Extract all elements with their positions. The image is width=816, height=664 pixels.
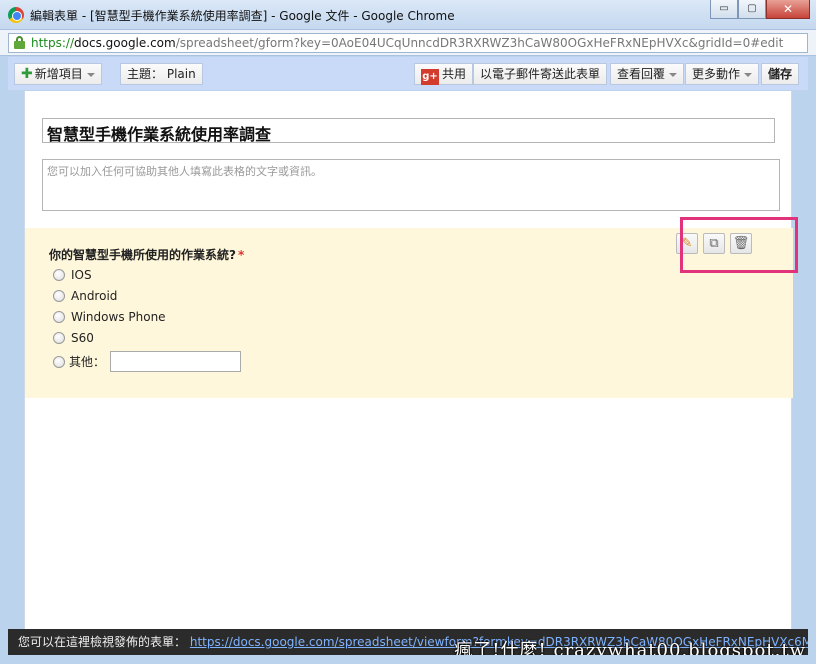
question-text: 你的智慧型手機所使用的作業系統?: [49, 248, 236, 262]
form-toolbar: ✚ 新增項目 主題： Plain g+ 共用 以電子郵件寄送此表單 查看回覆 更多動…: [8, 57, 808, 90]
view-responses-label: 查看回覆: [617, 67, 666, 81]
window-bottom-frame: [0, 655, 816, 664]
radio-button[interactable]: [53, 311, 65, 323]
more-actions-button[interactable]: 更多動作: [685, 63, 760, 85]
add-item-label: 新增項目: [34, 67, 83, 81]
required-mark: *: [237, 248, 245, 262]
url-host: docs.google.com: [74, 36, 176, 50]
share-label: 共用: [442, 67, 467, 81]
question-title: 你的智慧型手機所使用的作業系統? *: [49, 246, 244, 263]
option-label: S60: [71, 331, 94, 345]
radio-button[interactable]: [53, 356, 65, 368]
plus-icon: ✚: [21, 66, 33, 82]
window-controls: ▭ ▢ ✕: [710, 0, 810, 19]
theme-button[interactable]: 主題： Plain: [120, 63, 203, 85]
theme-value: Plain: [166, 67, 196, 81]
more-actions-label: 更多動作: [692, 67, 741, 81]
status-text: 您可以在這裡檢視發佈的表單：: [18, 635, 187, 649]
form-description-input[interactable]: 您可以加入任何可協助其他人填寫此表格的文字或資訊。: [42, 159, 780, 211]
radio-button[interactable]: [53, 269, 65, 281]
address-bar: https://docs.google.com/spreadsheet/gfor…: [0, 30, 816, 56]
form-title-input[interactable]: 智慧型手機作業系統使用率調查: [42, 118, 775, 144]
radio-button[interactable]: [53, 290, 65, 302]
google-plus-icon: g+: [421, 69, 439, 85]
url-path: /spreadsheet/gform?key=0AoE04UCqUnncdDR3…: [175, 36, 784, 50]
chevron-down-icon: [744, 72, 753, 77]
option-label: IOS: [71, 268, 92, 282]
annotation-highlight-box: [680, 217, 798, 273]
maximize-button[interactable]: ▢: [738, 0, 766, 19]
view-responses-button[interactable]: 查看回覆: [610, 63, 685, 85]
share-button[interactable]: g+ 共用: [414, 63, 474, 85]
window-titlebar[interactable]: 編輯表單 - [智慧型手機作業系統使用率調查] - Google 文件 - Go…: [0, 0, 816, 30]
close-button[interactable]: ✕: [766, 0, 810, 19]
add-item-button[interactable]: ✚ 新增項目: [14, 63, 102, 85]
chevron-down-icon: [86, 72, 95, 77]
radio-button[interactable]: [53, 332, 65, 344]
url-scheme: https://: [31, 36, 75, 50]
chrome-icon: [8, 7, 24, 23]
url-field[interactable]: https://docs.google.com/spreadsheet/gfor…: [8, 33, 808, 53]
email-form-button[interactable]: 以電子郵件寄送此表單: [473, 63, 608, 85]
window-title: 編輯表單 - [智慧型手機作業系統使用率調查] - Google 文件 - Go…: [30, 9, 455, 23]
lock-icon: [14, 36, 25, 49]
option-label: Windows Phone: [71, 310, 166, 324]
other-text-input[interactable]: [110, 351, 241, 372]
theme-label: 主題：: [127, 67, 164, 81]
option-label: Android: [71, 289, 118, 303]
minimize-button[interactable]: ▭: [710, 0, 738, 19]
save-button[interactable]: 儲存: [761, 63, 800, 85]
option-label: 其他：: [69, 355, 106, 369]
chevron-down-icon: [669, 72, 678, 77]
